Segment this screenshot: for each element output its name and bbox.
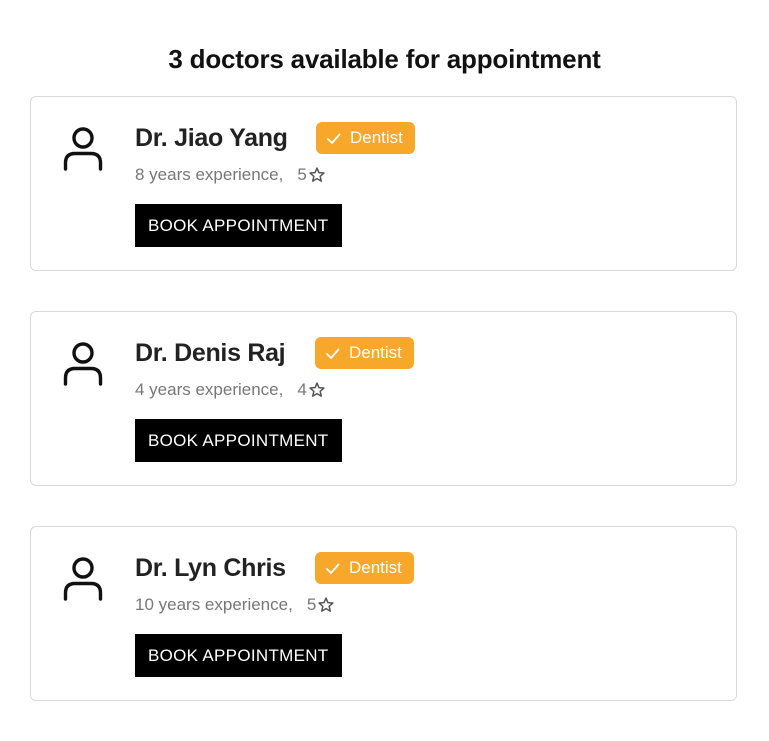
star-icon bbox=[318, 597, 334, 612]
star-icon bbox=[309, 382, 325, 397]
doctor-meta: 10 years experience, 5 bbox=[135, 593, 335, 617]
rating: 5 bbox=[297, 163, 325, 187]
rating-value: 5 bbox=[306, 595, 317, 614]
experience-text: 10 years experience, bbox=[135, 595, 293, 614]
doctor-name: Dr. Lyn Chris bbox=[135, 554, 286, 582]
rating-value: 4 bbox=[297, 380, 307, 399]
check-icon bbox=[325, 561, 340, 576]
user-icon bbox=[61, 555, 105, 603]
page-title: 3 doctors available for appointment bbox=[168, 44, 601, 75]
specialty-badge: Dentist bbox=[316, 122, 415, 154]
doctor-card: Dr. Jiao Yang Dentist 8 years experience… bbox=[30, 96, 737, 271]
book-appointment-button[interactable]: BOOK APPOINTMENT bbox=[135, 634, 342, 677]
specialty-badge: Dentist bbox=[315, 337, 414, 369]
experience-text: 4 years experience, bbox=[135, 380, 284, 399]
doctor-meta: 4 years experience, 4 bbox=[135, 378, 326, 402]
book-appointment-button[interactable]: BOOK APPOINTMENT bbox=[135, 204, 342, 247]
specialty-badge: Dentist bbox=[315, 552, 414, 584]
rating-value: 5 bbox=[297, 165, 307, 184]
specialty-label: Dentist bbox=[349, 343, 402, 362]
specialty-label: Dentist bbox=[350, 128, 403, 147]
book-appointment-button[interactable]: BOOK APPOINTMENT bbox=[135, 419, 342, 462]
doctor-list: Dr. Jiao Yang Dentist 8 years experience… bbox=[30, 96, 737, 741]
rating: 5 bbox=[307, 593, 335, 617]
star-icon bbox=[309, 167, 325, 182]
doctor-card: Dr. Lyn Chris Dentist 10 years experienc… bbox=[30, 526, 737, 701]
user-icon bbox=[61, 125, 105, 173]
check-icon bbox=[325, 346, 340, 361]
experience-text: 8 years experience, bbox=[135, 165, 284, 184]
specialty-label: Dentist bbox=[349, 558, 402, 577]
doctor-meta: 8 years experience, 5 bbox=[135, 163, 326, 187]
user-icon bbox=[61, 340, 105, 388]
doctor-name: Dr. Jiao Yang bbox=[135, 124, 288, 152]
doctor-card: Dr. Denis Raj Dentist 4 years experience… bbox=[30, 311, 737, 486]
rating: 4 bbox=[297, 378, 325, 402]
check-icon bbox=[326, 131, 341, 146]
doctor-name: Dr. Denis Raj bbox=[135, 339, 286, 367]
